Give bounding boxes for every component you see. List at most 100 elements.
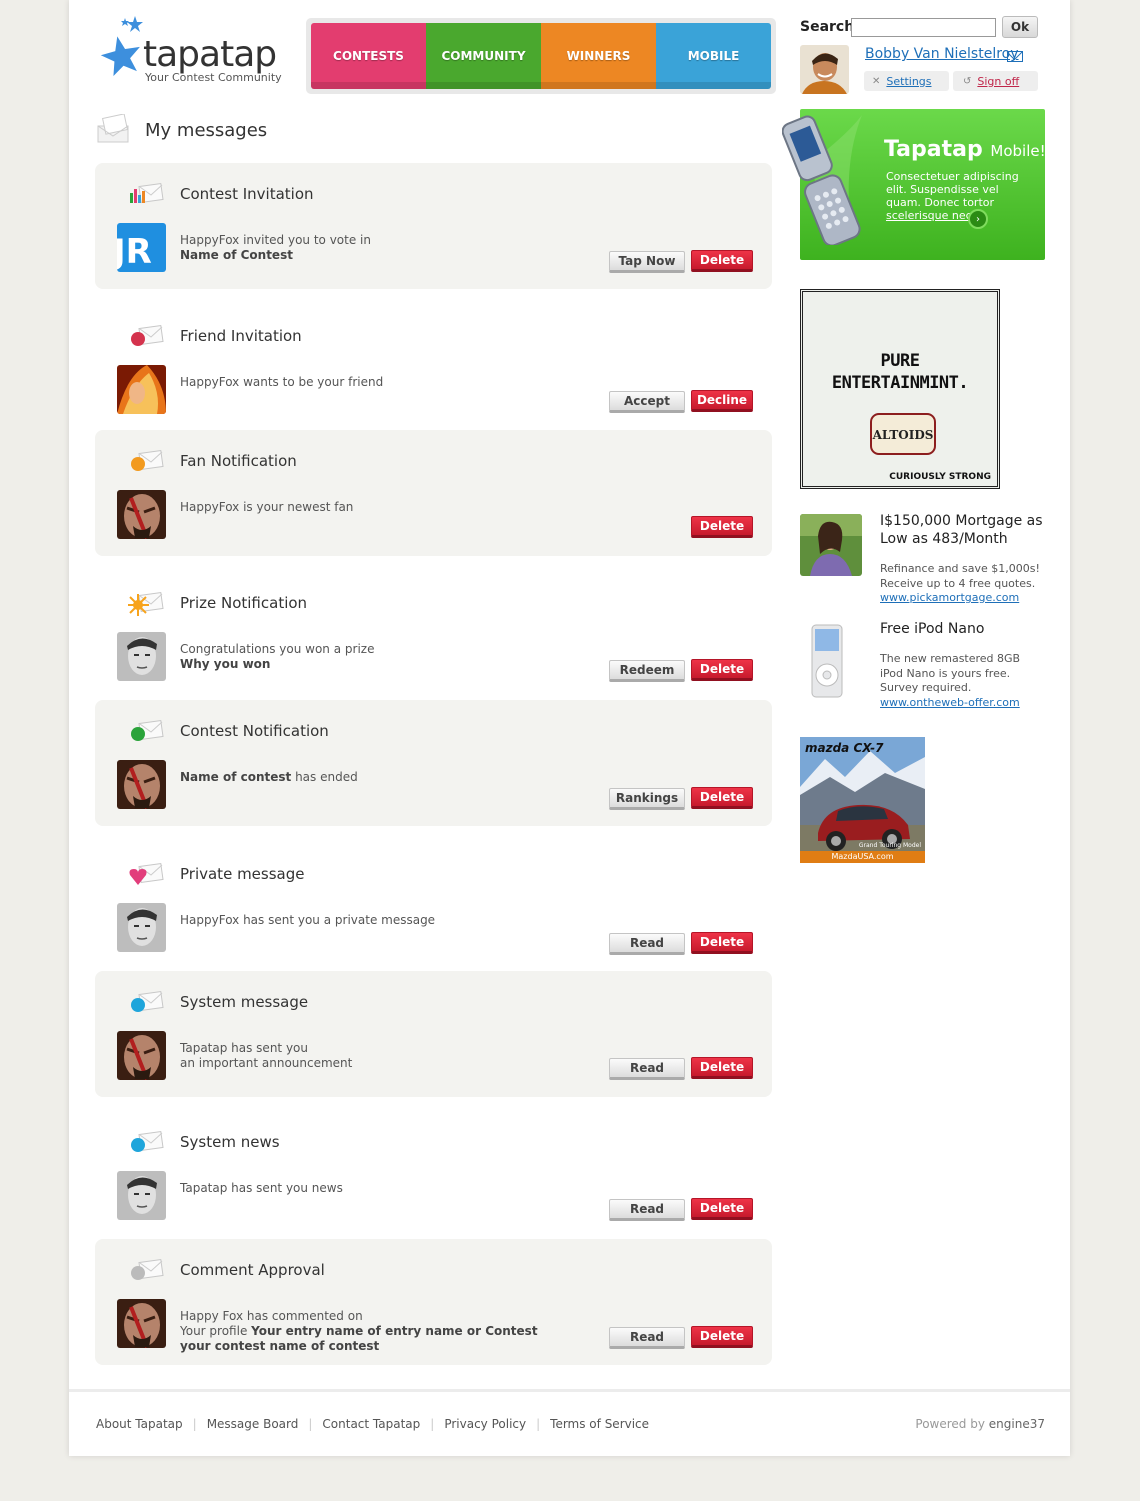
ad-text-ipod: The new remastered 8GB iPod Nano is your… [880, 652, 1021, 709]
message-text: HappyFox wants to be your friend [180, 375, 384, 389]
promo-link[interactable]: scelerisque nec [886, 209, 972, 222]
message-text: HappyFox has sent you a private message [180, 913, 436, 927]
action-button[interactable]: Read [609, 1199, 685, 1221]
mazda-logo: mazda CX-7 [805, 741, 884, 755]
logo[interactable]: tapatap Your Contest Community [97, 14, 282, 86]
message-title: Contest Invitation [180, 185, 314, 203]
sender-avatar[interactable] [117, 365, 166, 414]
powered-by: Powered by engine37 [915, 1417, 1045, 1431]
action-button[interactable]: Read [609, 933, 685, 955]
action-button[interactable]: Redeem [609, 660, 685, 682]
ad-title-mortgage[interactable]: I$150,000 Mortgage as Low as 483/Month [880, 512, 1050, 548]
tab-community[interactable]: COMMUNITY [426, 23, 541, 89]
ad-tagline: CURIOUSLY STRONG [889, 472, 991, 482]
message-title: Fan Notification [180, 452, 297, 470]
sender-avatar[interactable] [117, 760, 166, 809]
user-avatar[interactable] [800, 45, 849, 94]
tab-contests[interactable]: CONTESTS [311, 23, 426, 89]
message-card: Prize Notification Congratulations you wo… [95, 572, 772, 686]
sun-envelope-icon [127, 590, 164, 616]
footer-divider [69, 1389, 1070, 1392]
mazda-caption: Grand Touring Model [858, 842, 921, 849]
friend-envelope-icon [128, 323, 164, 349]
settings-button[interactable]: ✕ Settings [864, 71, 949, 91]
action-button[interactable]: Tap Now [609, 251, 685, 273]
ad-link-mortgage[interactable]: www.pickamortgage.com [880, 591, 1019, 604]
message-card: Comment Approval Happy Fox has commented … [95, 1239, 772, 1365]
ad-link-ipod[interactable]: www.ontheweb-offer.com [880, 696, 1020, 709]
user-name-link[interactable]: Bobby Van Nielstelroy [865, 46, 1019, 62]
envelope-icon [97, 114, 129, 143]
message-title: Prize Notification [180, 594, 308, 612]
star-logo-icon [100, 16, 143, 76]
message-text: HappyFox is your newest fan [180, 500, 354, 514]
decline-button[interactable]: Decline [691, 390, 753, 412]
signoff-button[interactable]: ↺ Sign off [953, 71, 1038, 91]
message-title: Comment Approval [180, 1261, 325, 1279]
sender-avatar[interactable]: JR F [117, 223, 166, 272]
footer-links: About Tapatap | Message Board | Contact Ta… [96, 1417, 650, 1431]
message-text: Tapatap has sent you an important announc… [180, 1041, 353, 1070]
message-title: System news [180, 1133, 280, 1151]
message-title: System message [180, 993, 309, 1011]
message-text: Happy Fox has commented on Your profile Y… [180, 1309, 538, 1353]
sender-avatar[interactable] [117, 632, 166, 681]
footer-link-privacy[interactable]: Privacy Policy [444, 1417, 526, 1431]
message-card: Private message HappyFox has sent you a p… [95, 843, 772, 957]
sender-avatar[interactable] [117, 903, 166, 952]
delete-button[interactable]: Delete [691, 932, 753, 954]
search-ok-button[interactable]: Ok [1002, 16, 1038, 38]
mortgage-ad-image[interactable] [800, 514, 862, 576]
footer-link-about[interactable]: About Tapatap [96, 1417, 183, 1431]
promo-text: Consectetuer adipiscing elit. Suspendiss… [886, 170, 1019, 222]
promo-arrow-button[interactable]: › [968, 209, 988, 229]
message-card: Friend Invitation HappyFox wants to be yo… [95, 305, 772, 419]
message-text: Tapatap has sent you news [180, 1181, 343, 1195]
message-text: Name of contest has ended [180, 770, 358, 784]
message-title: Friend Invitation [180, 327, 302, 345]
delete-button[interactable]: Delete [691, 250, 753, 272]
action-button[interactable]: Read [609, 1327, 685, 1349]
message-card: Fan Notification HappyFox is your newest … [95, 430, 772, 556]
message-card: System news Tapatap has sent you news Read… [95, 1111, 772, 1225]
message-title: Private message [180, 865, 305, 883]
page-title: My messages [145, 120, 268, 141]
mobile-promo[interactable]: Tapatap Mobile! Consectetuer adipiscing … [782, 109, 1046, 260]
mazda-site: MazdaUSA.com [800, 851, 925, 863]
contest-envelope-icon [128, 718, 164, 744]
news-envelope-icon [128, 1129, 164, 1155]
comment-envelope-icon [128, 1257, 164, 1283]
tab-mobile[interactable]: MOBILE [656, 23, 771, 89]
sender-avatar[interactable] [117, 1299, 166, 1348]
altoids-ad[interactable]: PURE ENTERTAINMINT. ALTOIDS CURIOUSLY STR… [800, 289, 1000, 489]
svg-text:JR F: JR F [117, 232, 166, 272]
mazda-ad[interactable]: mazda CX-7 Grand Touring Model MazdaUSA.… [800, 737, 925, 863]
delete-button[interactable]: Delete [691, 516, 753, 538]
alert-envelope-icon [128, 989, 164, 1015]
delete-button[interactable]: Delete [691, 787, 753, 809]
footer-link-contact[interactable]: Contact Tapatap [322, 1417, 420, 1431]
sender-avatar[interactable] [117, 490, 166, 539]
footer-link-terms[interactable]: Terms of Service [550, 1417, 649, 1431]
action-button[interactable]: Rankings [609, 788, 685, 810]
sender-avatar[interactable] [117, 1171, 166, 1220]
delete-button[interactable]: Delete [691, 659, 753, 681]
page: tapatap Your Contest Community CONTESTS … [69, 0, 1070, 1456]
message-text: Congratulations you won a prize Why you w… [180, 642, 375, 671]
sender-avatar[interactable] [117, 1031, 166, 1080]
footer-link-message-board[interactable]: Message Board [207, 1417, 299, 1431]
delete-button[interactable]: Delete [691, 1057, 753, 1079]
delete-button[interactable]: Delete [691, 1198, 753, 1220]
signoff-label: Sign off [977, 74, 1020, 88]
ad-title-ipod[interactable]: Free iPod Nano [880, 620, 1050, 638]
tab-winners[interactable]: WINNERS [541, 23, 656, 89]
delete-button[interactable]: Delete [691, 1326, 753, 1348]
ipod-ad-image[interactable] [800, 623, 862, 701]
action-button[interactable]: Accept [609, 391, 685, 413]
altoids-tin: ALTOIDS [870, 413, 936, 455]
mail-icon[interactable] [1007, 51, 1023, 62]
action-button[interactable]: Read [609, 1058, 685, 1080]
main-nav: CONTESTS COMMUNITY WINNERS MOBILE [306, 18, 776, 94]
message-card: Contest Invitation JR F HappyFox invited y… [95, 163, 772, 289]
search-input[interactable] [851, 18, 996, 37]
